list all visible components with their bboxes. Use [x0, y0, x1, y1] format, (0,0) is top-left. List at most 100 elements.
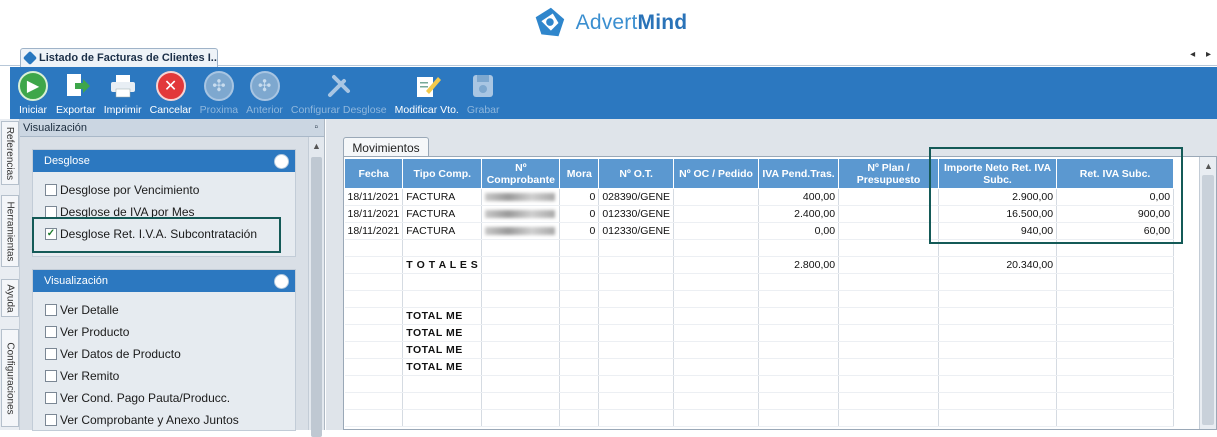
table-cell — [758, 375, 840, 393]
table-cell — [402, 273, 483, 291]
column-header[interactable]: IVA Pend.Tras. — [758, 158, 840, 189]
column-header[interactable]: Nº O.T. — [598, 158, 675, 189]
table-cell: 400,00 — [758, 188, 840, 206]
table-cell — [1056, 375, 1175, 393]
table-cell — [481, 256, 561, 274]
checkbox[interactable] — [45, 304, 57, 316]
option-ver-detalle[interactable]: Ver Detalle — [45, 303, 119, 317]
next-button[interactable]: ✣ Proxima — [200, 67, 238, 116]
table-cell — [673, 358, 760, 376]
table-cell — [481, 290, 561, 308]
scroll-thumb[interactable] — [1202, 175, 1214, 425]
checkbox[interactable] — [45, 414, 57, 426]
option-ver-datos-producto[interactable]: Ver Datos de Producto — [45, 347, 181, 361]
collapse-icon[interactable] — [274, 273, 289, 289]
tab-herramientas[interactable]: Herramientas — [1, 195, 19, 267]
option-ver-comprobante-anexo[interactable]: Ver Comprobante y Anexo Juntos — [45, 413, 239, 427]
grid-scrollbar[interactable]: ▲ — [1199, 157, 1216, 429]
table-row[interactable] — [344, 273, 1175, 291]
save-button[interactable]: Grabar — [467, 67, 500, 116]
table-cell: FACTURA — [402, 222, 483, 240]
table-cell — [1056, 358, 1175, 376]
checkbox[interactable] — [45, 370, 57, 382]
cancel-button[interactable]: ✕ Cancelar — [150, 67, 192, 116]
table-cell — [344, 409, 404, 427]
table-row[interactable] — [344, 290, 1175, 308]
table-row[interactable]: TOTAL ME — [344, 358, 1175, 376]
tab-scroll-arrows[interactable]: ◂ ▸ — [1190, 49, 1215, 60]
column-header[interactable]: Nº Plan / Presupuesto — [838, 158, 940, 189]
document-tab[interactable]: Listado de Facturas de Clientes I... — [20, 48, 218, 67]
table-cell — [838, 256, 940, 274]
highlight-box — [32, 217, 281, 253]
table-row[interactable] — [344, 375, 1175, 393]
table-cell — [838, 341, 940, 359]
configure-breakdown-button[interactable]: Configurar Desglose — [291, 67, 387, 116]
start-button[interactable]: ▶ Iniciar — [18, 67, 48, 116]
column-header[interactable]: Tipo Comp. — [402, 158, 483, 189]
table-row[interactable] — [344, 409, 1175, 427]
table-cell — [673, 307, 760, 325]
checkbox[interactable] — [45, 348, 57, 360]
table-cell — [758, 324, 840, 342]
table-row[interactable]: TOTAL ME — [344, 307, 1175, 325]
previous-button[interactable]: ✣ Anterior — [246, 67, 283, 116]
table-row[interactable] — [344, 392, 1175, 410]
option-desglose-vencimiento[interactable]: Desglose por Vencimiento — [45, 183, 199, 197]
column-header[interactable]: Mora — [559, 158, 600, 189]
table-cell — [838, 307, 940, 325]
table-cell — [838, 375, 940, 393]
table-cell — [1056, 341, 1175, 359]
collapse-icon[interactable] — [274, 153, 289, 169]
table-cell: 18/11/2021 — [344, 205, 404, 223]
tab-movimientos[interactable]: Movimientos — [343, 137, 429, 157]
option-ver-cond-pago[interactable]: Ver Cond. Pago Pauta/Producc. — [45, 391, 230, 405]
table-cell — [481, 188, 561, 206]
table-cell — [938, 341, 1058, 359]
table-cell: 2.400,00 — [758, 205, 840, 223]
column-header[interactable]: Fecha — [343, 158, 404, 189]
table-cell — [938, 409, 1058, 427]
scroll-up-icon[interactable]: ▲ — [312, 141, 321, 151]
tab-referencias[interactable]: Referencias — [1, 121, 19, 185]
table-cell — [673, 409, 760, 427]
print-button[interactable]: Imprimir — [104, 67, 142, 116]
table-cell — [559, 392, 600, 410]
modify-due-date-button[interactable]: Modificar Vto. — [395, 67, 459, 116]
table-cell — [481, 375, 561, 393]
table-cell — [344, 290, 404, 308]
checkbox[interactable] — [45, 326, 57, 338]
table-cell — [598, 358, 675, 376]
option-ver-remito[interactable]: Ver Remito — [45, 369, 119, 383]
table-cell — [598, 324, 675, 342]
pin-icon[interactable]: ▫ — [314, 122, 318, 133]
table-cell — [559, 239, 600, 257]
table-cell — [838, 409, 940, 427]
column-header[interactable]: Nº Comprobante — [481, 158, 561, 189]
checkbox[interactable] — [45, 184, 57, 196]
table-cell — [344, 307, 404, 325]
checkbox[interactable] — [45, 392, 57, 404]
desglose-panel-header[interactable]: Desglose — [33, 150, 295, 172]
scroll-up-icon[interactable]: ▲ — [1204, 161, 1213, 171]
table-row[interactable]: TOTAL ME — [344, 341, 1175, 359]
table-cell — [481, 324, 561, 342]
scroll-thumb[interactable] — [311, 157, 322, 437]
highlight-box-columns — [929, 147, 1183, 244]
table-cell — [838, 392, 940, 410]
option-ver-producto[interactable]: Ver Producto — [45, 325, 129, 339]
tab-configuraciones[interactable]: Configuraciones — [1, 329, 19, 427]
table-cell: FACTURA — [402, 205, 483, 223]
visualizacion-panel-header[interactable]: Visualización — [33, 270, 295, 292]
table-row[interactable]: TOTAL ME — [344, 324, 1175, 342]
redacted-value — [485, 210, 556, 219]
tab-ayuda[interactable]: Ayuda — [1, 279, 19, 317]
table-cell — [402, 239, 483, 257]
table-row[interactable]: T O T A L E S 2.800,00 20.340,00 — [344, 256, 1175, 274]
export-button[interactable]: Exportar — [56, 67, 96, 116]
brand-logo: AdvertMind — [0, 0, 1217, 46]
table-cell — [938, 290, 1058, 308]
column-header[interactable]: Nº OC / Pedido — [673, 158, 760, 189]
sidebar-scrollbar[interactable]: ▲ — [308, 137, 324, 437]
redacted-value — [485, 193, 556, 202]
